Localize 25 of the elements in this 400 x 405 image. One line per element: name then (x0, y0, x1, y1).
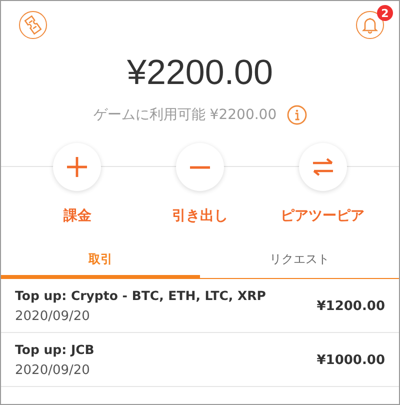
ticket-icon (23, 15, 43, 35)
ticket-button[interactable] (19, 11, 47, 39)
transaction-title: Top up: Crypto - BTC, ETH, LTC, XRP (15, 288, 266, 303)
transaction-amount: ¥1200.00 (316, 298, 385, 314)
notification-badge: 2 (377, 5, 393, 21)
withdraw-button[interactable] (176, 143, 224, 191)
available-balance: ゲームに利用可能 ¥2200.00 (93, 106, 277, 124)
transaction-date: 2020/09/20 (15, 309, 91, 324)
transaction-date: 2020/09/20 (15, 363, 91, 378)
transaction-row[interactable]: Top up: JCB 2020/09/20 ¥1000.00 (1, 333, 399, 387)
notification-button[interactable] (356, 11, 384, 39)
transaction-amount: ¥1000.00 (316, 352, 385, 368)
transfer-button[interactable] (298, 143, 347, 191)
bell-icon (361, 16, 379, 34)
info-icon[interactable] (286, 105, 307, 125)
transaction-title: Top up: JCB (15, 342, 94, 357)
plus-icon (65, 155, 90, 179)
action-label: 課金 (63, 207, 92, 225)
swap-arrows-icon (310, 155, 335, 179)
action-label: ピアツーピア (280, 207, 365, 225)
transaction-row[interactable]: Top up: Crypto - BTC, ETH, LTC, XRP 2020/09/20 ¥1200.00 (1, 279, 399, 333)
add-button[interactable] (53, 143, 102, 191)
action-label: 引き出し (172, 207, 228, 225)
balance-amount: ¥2200.00 (126, 53, 274, 93)
minus-icon (188, 166, 212, 168)
